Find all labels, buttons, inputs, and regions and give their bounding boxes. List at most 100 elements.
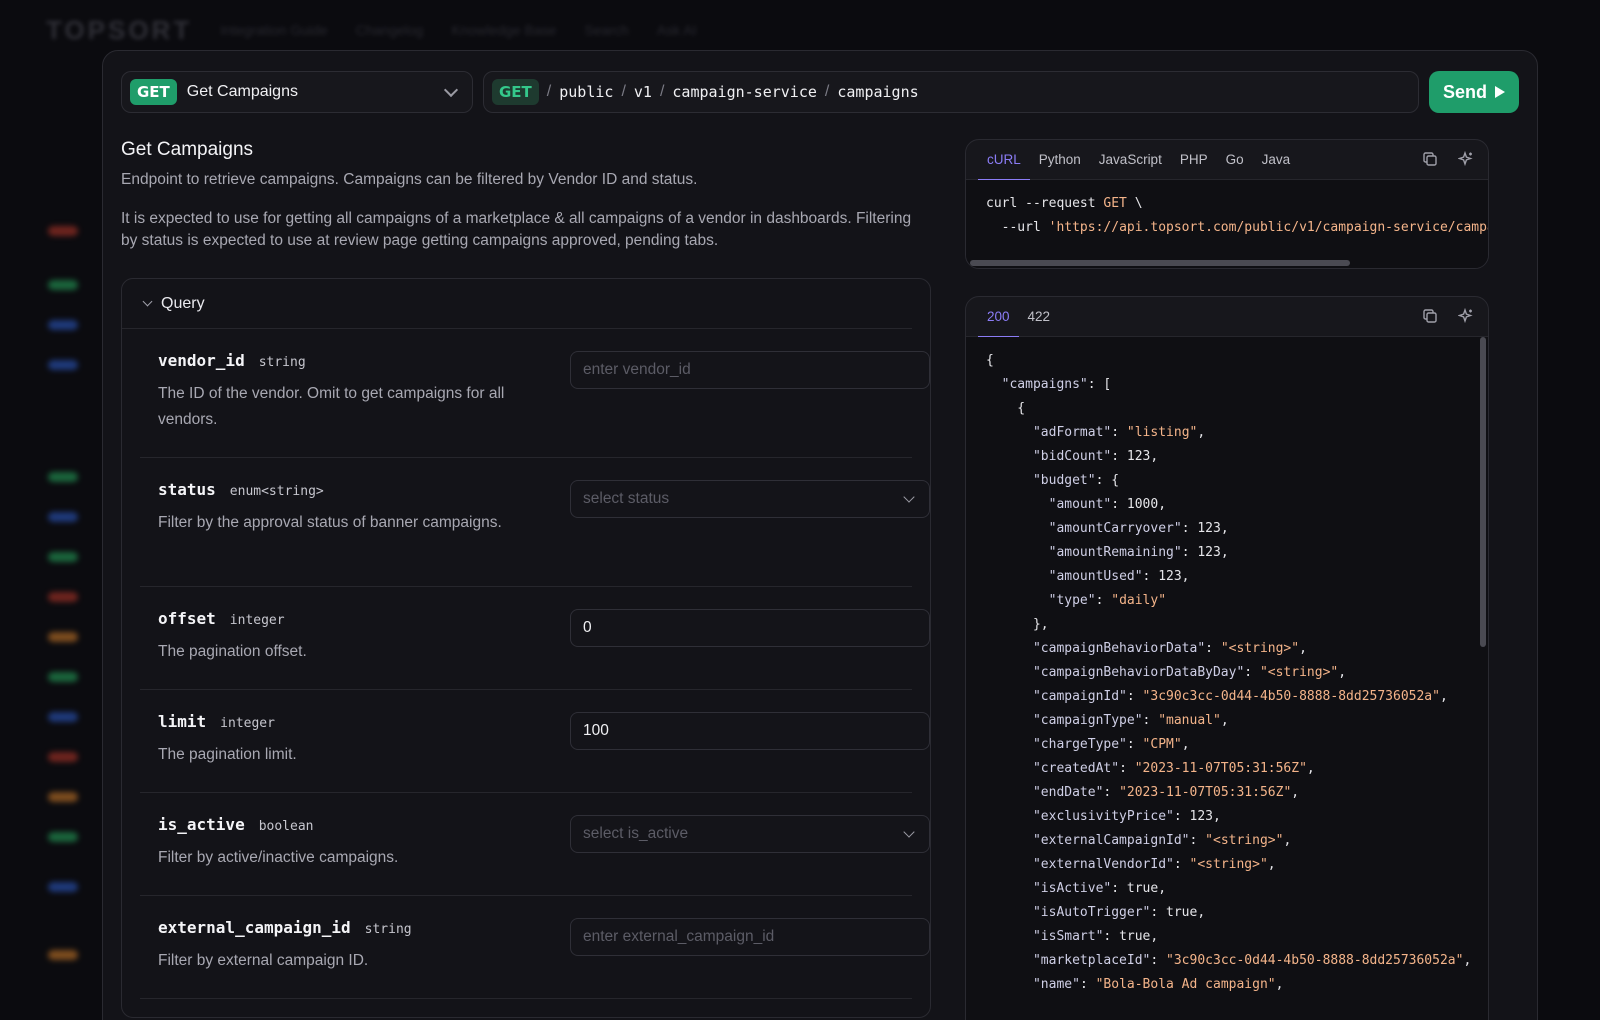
param-type: integer [220, 716, 275, 731]
param-name: vendor_id [158, 351, 245, 370]
sparkle-icon[interactable] [1458, 308, 1474, 324]
horizontal-scrollbar[interactable] [970, 260, 1350, 266]
bg-link-2: Changelog [355, 22, 424, 38]
tab-curl[interactable]: cURL [978, 140, 1030, 181]
json-line: "amountUsed": 123, [1048, 569, 1190, 584]
vendor-id-input[interactable] [583, 361, 917, 379]
bg-link-1: Integration Guide [220, 22, 328, 38]
limit-field[interactable] [570, 712, 930, 750]
bg-link-4: Search [584, 22, 629, 38]
is-active-select[interactable]: select is_active [570, 815, 930, 853]
response-example-card: 200 422 { "campaigns": [ { "adFormat": "… [965, 296, 1489, 1020]
external-campaign-id-field[interactable] [570, 918, 930, 956]
request-code-block: curl --request GET \ --url 'https://api.… [966, 180, 1488, 268]
param-type: boolean [258, 819, 314, 834]
json-line: "adFormat": "listing", [1032, 425, 1206, 440]
json-line: { [986, 353, 994, 368]
url-segment: public [559, 83, 614, 101]
param-description: Filter by external campaign ID. [158, 952, 369, 969]
json-line: "amountCarryover": 123, [1048, 521, 1229, 536]
endpoint-name: Get Campaigns [186, 83, 298, 100]
tab-php[interactable]: PHP [1171, 140, 1217, 180]
json-line: "isAutoTrigger": true, [1032, 905, 1206, 920]
tab-status-200[interactable]: 200 [978, 297, 1019, 338]
param-type: string [258, 355, 306, 370]
param-type: string [364, 922, 412, 937]
param-status: status enum<string> Filter by the approva… [140, 458, 930, 587]
tab-go[interactable]: Go [1217, 140, 1253, 180]
copy-icon[interactable] [1422, 308, 1438, 324]
json-line: "campaignBehaviorData": "<string>", [1032, 641, 1307, 656]
param-limit: limit integer The pagination limit. [140, 690, 930, 793]
param-type: integer [229, 613, 285, 628]
chevron-down-icon [903, 490, 915, 503]
endpoint-details: Get Campaigns Endpoint to retrieve campa… [121, 137, 931, 1018]
json-line: "budget": { [1032, 473, 1120, 488]
external-campaign-id-input[interactable] [583, 928, 917, 946]
background-sidebar [40, 120, 100, 1020]
json-line: "isSmart": true, [1032, 929, 1159, 944]
json-line: "amountRemaining": 123, [1048, 545, 1229, 560]
play-icon [1495, 86, 1505, 98]
bg-link-3: Knowledge Base [451, 22, 557, 38]
json-line: "amount": 1000, [1048, 497, 1167, 512]
param-description: Filter by the approval status of banner … [158, 514, 502, 531]
response-json-block: { "campaigns": [ { "adFormat": "listing"… [966, 337, 1488, 1020]
copy-icon[interactable] [1422, 151, 1438, 167]
query-title: Query [161, 294, 205, 312]
method-badge: GET [130, 79, 177, 105]
offset-input[interactable] [583, 619, 917, 637]
code-line: --url 'https://api.topsort.com/public/v1… [986, 220, 1488, 235]
offset-field[interactable] [570, 609, 930, 647]
chevron-down-icon [443, 82, 459, 97]
url-method-badge: GET [492, 79, 539, 105]
json-line: "marketplaceId": "3c90c3cc-0d44-4b50-888… [1032, 953, 1472, 968]
tab-python[interactable]: Python [1030, 140, 1090, 180]
json-line: "exclusivityPrice": 123, [1032, 809, 1221, 824]
query-section-toggle[interactable]: Query [122, 279, 912, 329]
param-description: Filter by active/inactive campaigns. [158, 849, 399, 866]
endpoint-description: Endpoint to retrieve campaigns. Campaign… [121, 171, 698, 188]
chevron-down-icon [142, 296, 153, 307]
url-segment: campaigns [837, 83, 919, 101]
status-select-placeholder: select status [583, 490, 670, 507]
json-line: "campaigns": [ [1001, 377, 1112, 392]
param-description: The ID of the vendor. Omit to get campai… [158, 385, 505, 428]
is-active-select-placeholder: select is_active [583, 825, 689, 842]
json-line: "campaignId": "3c90c3cc-0d44-4b50-8888-8… [1032, 689, 1448, 704]
limit-input[interactable] [583, 722, 917, 740]
status-select[interactable]: select status [570, 480, 930, 518]
tab-status-422[interactable]: 422 [1019, 297, 1060, 337]
language-tabs: cURL Python JavaScript PHP Go Java [966, 140, 1488, 181]
json-line: "campaignBehaviorDataByDay": "<string>", [1032, 665, 1347, 680]
code-line: curl --request GET \ [986, 196, 1143, 211]
url-segment: v1 [633, 83, 652, 101]
request-example-card: cURL Python JavaScript PHP Go Java curl … [965, 139, 1489, 269]
bg-link-5: Ask AI [656, 22, 697, 38]
endpoint-select[interactable]: GET Get Campaigns [121, 71, 473, 113]
param-name: external_campaign_id [158, 918, 351, 937]
json-line: "type": "daily" [1048, 593, 1167, 608]
json-line: "createdAt": "2023-11-07T05:31:56Z", [1032, 761, 1315, 776]
json-line: "isActive": true, [1032, 881, 1167, 896]
page-title: Get Campaigns [121, 139, 254, 160]
param-vendor-id: vendor_id string The ID of the vendor. Om… [140, 329, 930, 458]
tab-java[interactable]: Java [1253, 140, 1300, 180]
tab-javascript[interactable]: JavaScript [1090, 140, 1171, 180]
json-line: "bidCount": 123, [1032, 449, 1159, 464]
vertical-scrollbar[interactable] [1480, 337, 1486, 647]
api-playground-modal: GET Get Campaigns GET / public / v1 / ca… [102, 50, 1538, 1020]
param-name: offset [158, 609, 216, 628]
json-line: "externalCampaignId": "<string>", [1032, 833, 1292, 848]
send-button[interactable]: Send [1429, 71, 1519, 113]
json-line: "endDate": "2023-11-07T05:31:56Z", [1032, 785, 1300, 800]
send-label: Send [1442, 81, 1487, 102]
sparkle-icon[interactable] [1458, 151, 1474, 167]
query-params-panel: Query vendor_id string The ID of the vend… [121, 278, 931, 1018]
param-offset: offset integer The pagination offset. [140, 587, 930, 690]
request-toolbar: GET Get Campaigns GET / public / v1 / ca… [121, 71, 1519, 113]
json-line: "campaignType": "manual", [1032, 713, 1229, 728]
endpoint-description-detail: It is expected to use for getting all ca… [121, 210, 912, 249]
param-description: The pagination offset. [158, 643, 307, 660]
vendor-id-field[interactable] [570, 351, 930, 389]
